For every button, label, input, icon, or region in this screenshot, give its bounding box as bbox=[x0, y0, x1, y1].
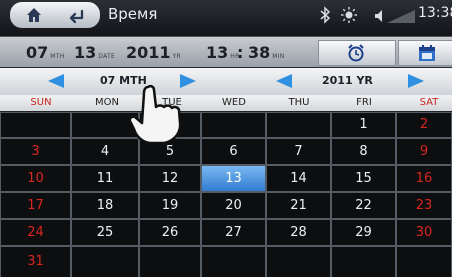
prev-month-arrow-icon[interactable] bbox=[44, 72, 68, 90]
calendar-day-cell[interactable]: 10 bbox=[0, 165, 71, 192]
brightness-icon bbox=[341, 7, 357, 23]
day-value[interactable]: 13 DATE bbox=[74, 43, 115, 62]
calendar-day-cell[interactable]: 28 bbox=[266, 219, 331, 246]
calendar-day-cell[interactable]: 13 bbox=[201, 165, 266, 192]
calendar-day-cell[interactable]: 18 bbox=[71, 192, 139, 219]
prev-year-arrow-icon[interactable] bbox=[272, 72, 296, 90]
weekday-sat: SAT bbox=[419, 97, 439, 108]
calendar-day-cell[interactable]: 30 bbox=[396, 219, 452, 246]
calendar-day-cell[interactable]: 20 bbox=[201, 192, 266, 219]
calendar-button[interactable] bbox=[398, 40, 452, 66]
calendar-day-cell[interactable]: 23 bbox=[396, 192, 452, 219]
calendar-day-cell[interactable]: 17 bbox=[0, 192, 71, 219]
hour-value[interactable]: 13 HR bbox=[206, 43, 240, 62]
calendar-day-cell[interactable]: 1 bbox=[331, 112, 396, 138]
weekday-wed: WED bbox=[222, 97, 246, 108]
calendar-day-cell[interactable]: 15 bbox=[331, 165, 396, 192]
calendar-day-cell[interactable]: 6 bbox=[201, 138, 266, 165]
calendar-empty-cell bbox=[396, 246, 452, 277]
calendar-day-cell[interactable]: 27 bbox=[201, 219, 266, 246]
calendar-day-cell[interactable]: 26 bbox=[139, 219, 201, 246]
calendar-empty-cell bbox=[331, 246, 396, 277]
weekday-header: SUN MON TUE WED THU FRI SAT bbox=[0, 95, 452, 111]
month-value[interactable]: 07 MTH bbox=[26, 43, 65, 62]
calendar-grid: 1 2 3 4 5 6 7 8 9 10 11 12 13 14 15 16 17 18 19 20 21 22 23 24 2… bbox=[0, 112, 452, 277]
alarm-button[interactable] bbox=[318, 40, 396, 66]
calendar-day-cell[interactable]: 2 bbox=[396, 112, 452, 138]
back-arrow-icon bbox=[69, 9, 84, 24]
calendar-empty-cell bbox=[139, 246, 201, 277]
calendar-icon bbox=[419, 45, 435, 61]
alarm-clock-icon bbox=[348, 44, 364, 62]
nav-buttons bbox=[0, 2, 104, 28]
weekday-thu: THU bbox=[288, 97, 310, 108]
weekday-fri: FRI bbox=[356, 97, 372, 108]
calendar-day-cell[interactable]: 19 bbox=[139, 192, 201, 219]
date-time-row: 07 MTH 13 DATE 2011 YR 13 HR : 38 MIN bbox=[0, 37, 452, 67]
calendar-empty-cell bbox=[266, 112, 331, 138]
calendar-empty-cell bbox=[266, 246, 331, 277]
calendar-empty-cell bbox=[201, 246, 266, 277]
month-year-navigator: 07 MTH 2011 YR bbox=[0, 68, 452, 95]
calendar-day-cell[interactable]: 22 bbox=[331, 192, 396, 219]
screen-title: Время bbox=[108, 5, 158, 23]
calendar-day-cell[interactable]: 7 bbox=[266, 138, 331, 165]
calendar-day-cell[interactable]: 9 bbox=[396, 138, 452, 165]
calendar-day-cell[interactable]: 16 bbox=[396, 165, 452, 192]
calendar-day-cell[interactable]: 3 bbox=[0, 138, 71, 165]
calendar-day-cell[interactable]: 14 bbox=[266, 165, 331, 192]
home-button[interactable] bbox=[10, 2, 56, 28]
back-button[interactable] bbox=[56, 2, 100, 28]
calendar-day-cell[interactable]: 21 bbox=[266, 192, 331, 219]
calendar-day-cell[interactable]: 31 bbox=[0, 246, 71, 277]
calendar-day-cell[interactable]: 25 bbox=[71, 219, 139, 246]
device-frame: Время 13:38 07MTH 13DATE 2011YR 13HR : 3… bbox=[0, 0, 452, 277]
next-year-arrow-icon[interactable] bbox=[404, 72, 428, 90]
minute-value[interactable]: 38 MIN bbox=[248, 43, 285, 62]
calendar-day-cell[interactable]: 11 bbox=[71, 165, 139, 192]
home-icon bbox=[27, 8, 41, 22]
year-value[interactable]: 2011 YR bbox=[126, 43, 181, 62]
calendar-day-cell[interactable]: 12 bbox=[139, 165, 201, 192]
screen: Время 13:38 07MTH 13DATE 2011YR 13HR : 3… bbox=[0, 0, 452, 277]
calendar-day-cell[interactable]: 29 bbox=[331, 219, 396, 246]
calendar-empty-cell bbox=[71, 246, 139, 277]
status-bar: Время 13:38 bbox=[0, 0, 452, 37]
calendar-day-cell[interactable]: 24 bbox=[0, 219, 71, 246]
touch-hand-icon bbox=[128, 84, 182, 145]
clock: 13:38 bbox=[418, 5, 452, 21]
calendar-empty-cell bbox=[201, 112, 266, 138]
time-separator: : bbox=[237, 43, 244, 62]
weekday-sun: SUN bbox=[30, 97, 52, 108]
calendar-empty-cell bbox=[0, 112, 71, 138]
year-label: 2011 YR bbox=[322, 74, 373, 87]
bluetooth-icon bbox=[320, 6, 331, 24]
calendar-day-cell[interactable]: 8 bbox=[331, 138, 396, 165]
